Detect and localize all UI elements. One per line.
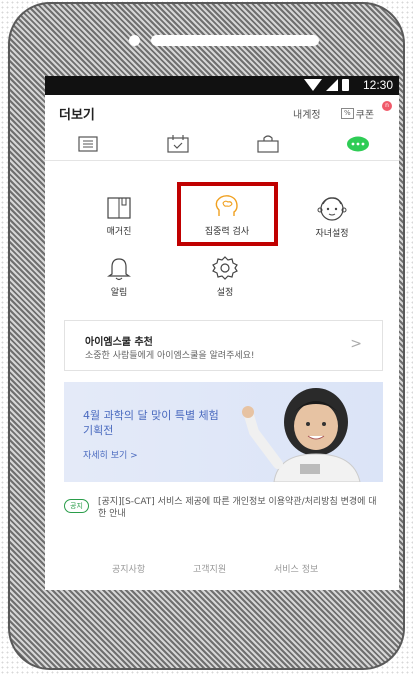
menu-magazine-label: 매거진 [106, 227, 132, 237]
astronaut-child-image [242, 388, 361, 482]
footer-notice-link[interactable]: 공지사항 [112, 562, 145, 575]
tab-more[interactable] [345, 133, 371, 155]
bell-icon [107, 258, 131, 281]
menu-settings[interactable]: 설정 [185, 255, 265, 298]
promo-banner[interactable]: 4월 과학의 달 맞이 특별 체험 기획전 자세히 보기 > [64, 382, 383, 482]
menu-alarm-label: 알림 [110, 288, 128, 298]
tab-bar [45, 127, 399, 161]
highlight-box [177, 182, 278, 246]
signal-icon [326, 79, 338, 91]
shopping-bag-icon [257, 135, 279, 153]
notice-text: [공지][S-CAT] 서비스 제공에 따른 개인정보 이용약관/처리방침 변경… [98, 497, 377, 519]
coupon-badge: n [382, 101, 392, 111]
banner-title: 4월 과학의 달 맞이 특별 체험 기획전 [83, 409, 219, 437]
notice-badge: 공지 [64, 499, 89, 513]
menu-alarm[interactable]: 알림 [79, 255, 159, 298]
gear-icon [212, 256, 238, 280]
coupon-label: 쿠폰 [355, 110, 375, 121]
tab-schedule[interactable] [165, 133, 191, 155]
my-account-link[interactable]: 내계정 [293, 106, 321, 121]
banner-more-link[interactable]: 자세히 보기 > [83, 448, 138, 461]
recommend-subtitle: 소중한 사람들에게 아이엠스쿨을 알려주세요! [85, 351, 255, 361]
child-face-icon [317, 197, 347, 221]
chevron-right-icon: > [350, 336, 362, 352]
coupon-icon: % [341, 108, 354, 119]
camera-dot [129, 35, 140, 46]
status-time: 12:30 [362, 78, 393, 92]
list-icon [78, 136, 98, 152]
footer-support-link[interactable]: 고객지원 [193, 562, 226, 575]
menu-child-settings[interactable]: 자녀설정 [292, 194, 372, 239]
phone-frame: 12:30 더보기 내계정 % 쿠폰 n 매거진 집중력 검사 자녀설정 알림 … [8, 2, 405, 670]
footer-links: 공지사항 고객지원 서비스 정보 [45, 562, 399, 578]
tab-feed[interactable] [75, 133, 101, 155]
recommend-card[interactable]: 아이엠스쿨 추천 소중한 사람들에게 아이엠스쿨을 알려주세요! > [64, 320, 383, 371]
more-dots-icon [347, 136, 369, 152]
battery-icon [342, 79, 349, 91]
menu-child-settings-label: 자녀설정 [315, 229, 349, 239]
calendar-check-icon [167, 135, 189, 153]
header: 더보기 내계정 % 쿠폰 n [45, 95, 399, 127]
footer-service-info-link[interactable]: 서비스 정보 [274, 562, 318, 575]
speaker-bar [151, 35, 319, 46]
tab-shop[interactable] [255, 133, 281, 155]
page-title: 더보기 [59, 108, 95, 123]
recommend-title: 아이엠스쿨 추천 [85, 337, 153, 348]
menu-magazine[interactable]: 매거진 [79, 196, 159, 237]
wifi-icon [304, 79, 322, 91]
magazine-icon [107, 197, 131, 219]
status-bar: 12:30 [45, 76, 399, 95]
menu-settings-label: 설정 [216, 288, 234, 298]
screen: 12:30 더보기 내계정 % 쿠폰 n 매거진 집중력 검사 자녀설정 알림 … [45, 76, 399, 590]
coupon-link[interactable]: % 쿠폰 [341, 106, 374, 121]
